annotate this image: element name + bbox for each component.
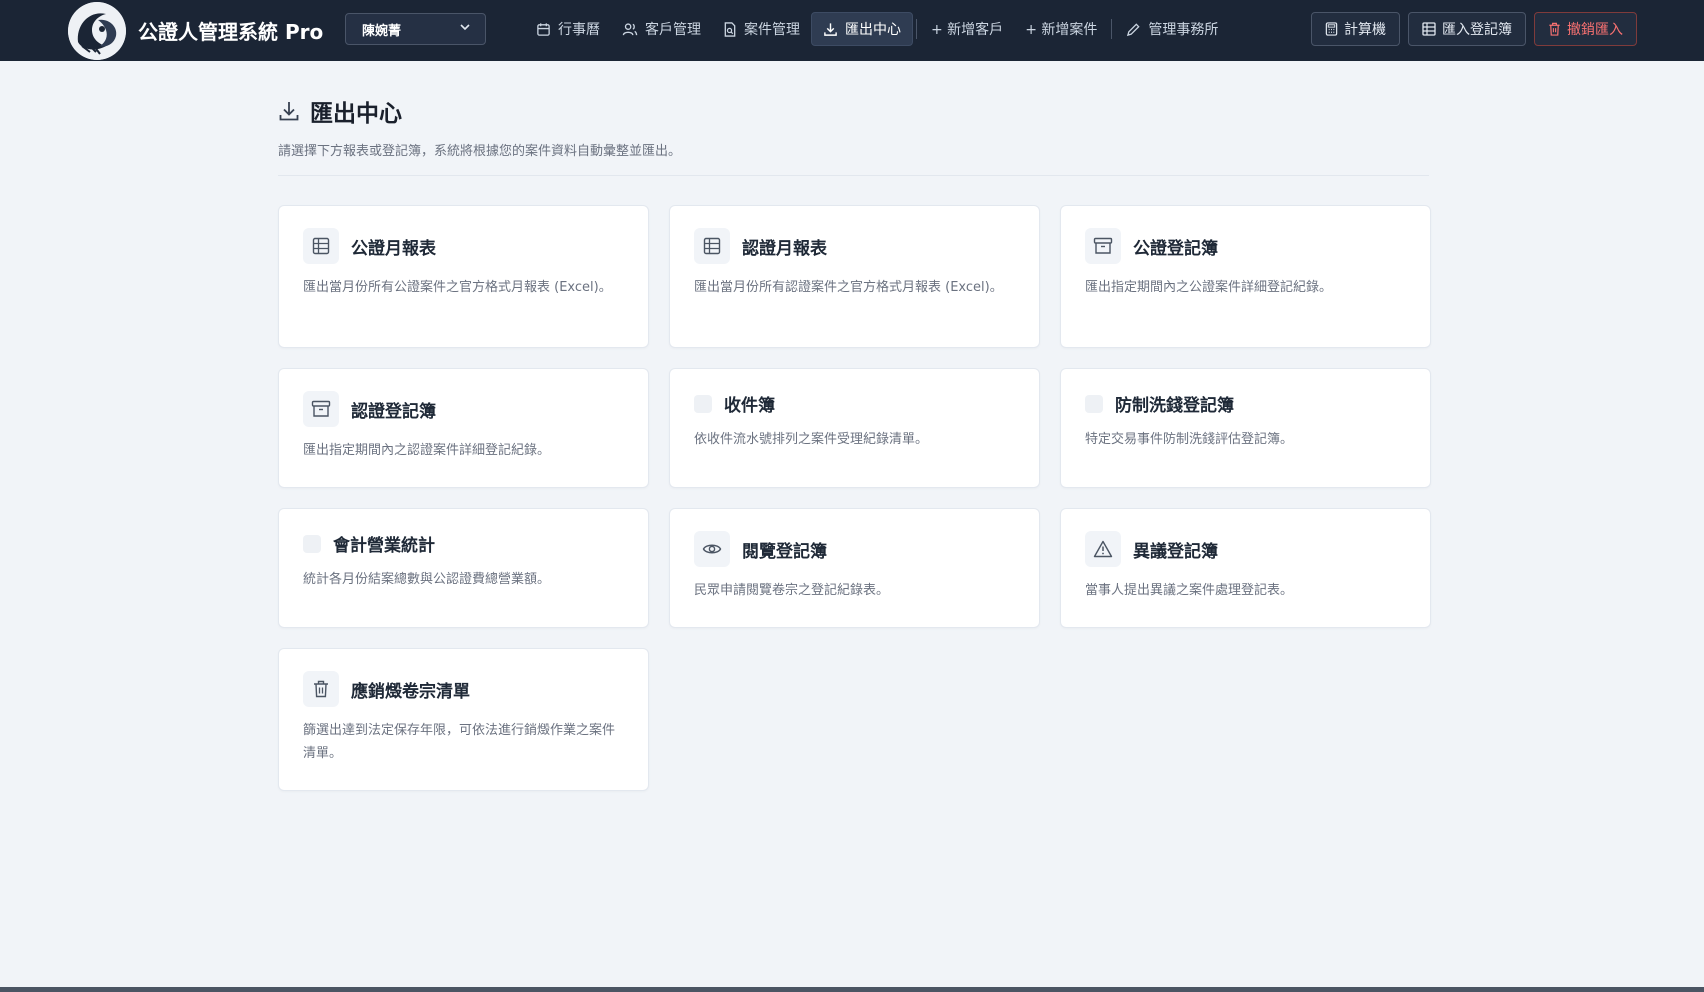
nav-label: 匯出中心 <box>845 22 901 38</box>
card-title: 會計營業統計 <box>333 536 435 556</box>
nav-label: 行事曆 <box>558 22 600 38</box>
warning-icon <box>1085 531 1121 567</box>
page-subtitle: 請選擇下方報表或登記簿，系統將根據您的案件資料自動彙整並匯出。 <box>278 144 682 159</box>
card-description: 當事人提出異議之案件處理登記表。 <box>1085 583 1294 598</box>
card-description: 匯出當月份所有公證案件之官方格式月報表 (Excel)。 <box>303 280 612 295</box>
top-navbar: 公證人管理系統 Pro 陳婉菁 行事曆 客戶管理 案件管理 匯出中心 + 新增客… <box>0 0 1704 61</box>
toolbar: 計算機 匯入登記簿 撤銷匯入 <box>1311 12 1637 46</box>
app-title: 公證人管理系統 Pro <box>138 20 324 44</box>
card-description: 民眾申請閱覽卷宗之登記紀錄表。 <box>694 583 890 598</box>
trash-icon <box>303 671 339 707</box>
card-title: 公證登記簿 <box>1133 238 1218 259</box>
divider <box>278 175 1429 176</box>
page-title: 匯出中心 <box>310 101 402 127</box>
undo-import-button[interactable]: 撤銷匯入 <box>1534 12 1637 46</box>
import-registry-label: 匯入登記簿 <box>1442 22 1512 38</box>
blank-icon <box>694 394 712 413</box>
card-description: 匯出指定期間內之公證案件詳細登記紀錄。 <box>1085 280 1333 295</box>
blank-icon <box>1085 394 1103 413</box>
card-title: 異議登記簿 <box>1133 541 1218 562</box>
archive-icon <box>303 391 339 427</box>
import-registry-button[interactable]: 匯入登記簿 <box>1408 12 1526 46</box>
export-card-grid: 公證月報表 匯出當月份所有公證案件之官方格式月報表 (Excel)。 認證月報表… <box>278 205 1431 791</box>
users-icon <box>622 22 638 35</box>
user-select[interactable]: 陳婉菁 <box>345 13 486 45</box>
export-card-notary-registry[interactable]: 公證登記簿 匯出指定期間內之公證案件詳細登記紀錄。 <box>1060 205 1431 348</box>
archive-icon <box>1085 228 1121 264</box>
card-title: 收件簿 <box>724 396 775 416</box>
card-description: 依收件流水號排列之案件受理紀錄清單。 <box>694 432 929 447</box>
calendar-icon <box>537 22 550 36</box>
export-card-viewing-registry[interactable]: 閱覽登記簿 民眾申請閱覽卷宗之登記紀錄表。 <box>669 508 1040 628</box>
brand[interactable]: 公證人管理系統 Pro <box>68 0 323 61</box>
app-logo <box>68 1 126 60</box>
table-icon <box>694 228 730 264</box>
nav-divider <box>916 19 917 39</box>
export-card-certification-registry[interactable]: 認證登記簿 匯出指定期間內之認證案件詳細登記紀錄。 <box>278 368 649 488</box>
nav-label: + 新增客戶 <box>931 22 1004 38</box>
nav-item-add-case[interactable]: + 新增案件 <box>1014 12 1108 46</box>
user-select-value: 陳婉菁 <box>362 23 402 39</box>
nav-item-export-center[interactable]: 匯出中心 <box>811 12 913 46</box>
export-card-destruction-list[interactable]: 應銷燬卷宗清單 篩選出達到法定保存年限，可依法進行銷燬作業之案件清單。 <box>278 648 649 791</box>
download-icon <box>279 102 299 121</box>
nav-item-cases[interactable]: 案件管理 <box>712 12 811 46</box>
card-title: 認證月報表 <box>742 238 827 259</box>
card-description: 匯出當月份所有認證案件之官方格式月報表 (Excel)。 <box>694 280 1003 295</box>
card-title: 閱覽登記簿 <box>742 541 827 562</box>
card-title: 公證月報表 <box>351 238 436 259</box>
export-card-notary-monthly-report[interactable]: 公證月報表 匯出當月份所有公證案件之官方格式月報表 (Excel)。 <box>278 205 649 348</box>
calculator-label: 計算機 <box>1344 22 1386 38</box>
download-icon <box>824 22 837 36</box>
window-bottom-edge <box>0 987 1704 992</box>
card-title: 認證登記簿 <box>351 401 436 422</box>
chevron-down-icon <box>459 21 471 37</box>
undo-import-label: 撤銷匯入 <box>1567 22 1623 38</box>
nav-label: 客戶管理 <box>645 22 701 38</box>
blank-icon <box>303 534 321 553</box>
table-icon <box>1422 22 1436 36</box>
nav-item-clients[interactable]: 客戶管理 <box>611 12 712 46</box>
export-card-objection-registry[interactable]: 異議登記簿 當事人提出異議之案件處理登記表。 <box>1060 508 1431 628</box>
pencil-icon <box>1127 22 1140 36</box>
nav-label: 管理事務所 <box>1148 22 1219 38</box>
card-title: 應銷燬卷宗清單 <box>351 681 470 702</box>
main-nav: 行事曆 客戶管理 案件管理 匯出中心 + 新增客戶 + 新增案件 管理事務所 <box>525 12 1229 46</box>
trash-icon <box>1549 22 1560 36</box>
eye-icon <box>694 531 730 567</box>
nav-label: 案件管理 <box>744 22 800 38</box>
file-search-icon <box>724 21 736 37</box>
nav-item-calendar[interactable]: 行事曆 <box>525 12 611 46</box>
export-card-receipt-book[interactable]: 收件簿 依收件流水號排列之案件受理紀錄清單。 <box>669 368 1040 488</box>
export-card-aml-registry[interactable]: 防制洗錢登記簿 特定交易事件防制洗錢評估登記簿。 <box>1060 368 1431 488</box>
card-title: 防制洗錢登記簿 <box>1115 396 1234 416</box>
export-card-certification-monthly-report[interactable]: 認證月報表 匯出當月份所有認證案件之官方格式月報表 (Excel)。 <box>669 205 1040 348</box>
card-description: 特定交易事件防制洗錢評估登記簿。 <box>1085 432 1294 447</box>
card-description: 統計各月份結案總數與公認證費總營業額。 <box>303 572 551 587</box>
calculator-icon <box>1325 22 1338 36</box>
nav-item-manage-office[interactable]: 管理事務所 <box>1115 12 1229 46</box>
card-description: 匯出指定期間內之認證案件詳細登記紀錄。 <box>303 443 551 458</box>
nav-divider <box>1111 19 1113 39</box>
page-header: 匯出中心 請選擇下方報表或登記簿，系統將根據您的案件資料自動彙整並匯出。 <box>278 94 1429 176</box>
table-icon <box>303 228 339 264</box>
export-card-accounting-stats[interactable]: 會計營業統計 統計各月份結案總數與公認證費總營業額。 <box>278 508 649 628</box>
nav-item-add-client[interactable]: + 新增客戶 <box>920 12 1014 46</box>
calculator-button[interactable]: 計算機 <box>1311 12 1400 46</box>
nav-label: + 新增案件 <box>1025 22 1098 38</box>
card-description: 篩選出達到法定保存年限，可依法進行銷燬作業之案件清單。 <box>303 723 616 761</box>
